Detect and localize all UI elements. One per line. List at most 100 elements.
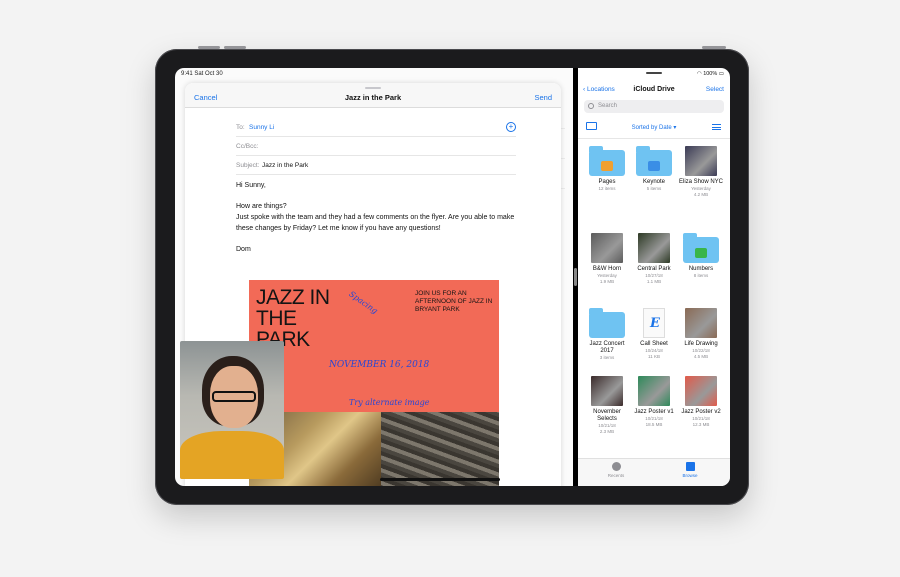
flyer-join-text: JOIN US FOR AN AFTERNOON OF JAZZ IN BRYA… [415, 290, 493, 313]
file-meta: 5 items [646, 186, 662, 191]
file-tile[interactable]: Pages 12 items [584, 146, 630, 192]
file-thumbnail [683, 376, 719, 406]
compose-nav-bar: Cancel Jazz in the Park Send [185, 83, 561, 108]
photo-thumbnail [685, 146, 717, 176]
file-name: November Selects [593, 409, 621, 422]
file-meta: 11 KB [648, 354, 660, 359]
photo-thumbnail [685, 308, 717, 338]
file-tile[interactable]: Jazz Concert 2017 3 items [584, 308, 630, 361]
separator [578, 138, 730, 139]
screen: 9:41 Sat Oct 30 Cancel Jazz in the Park … [175, 68, 730, 486]
flyer-photo-cobblestone [381, 412, 499, 486]
home-indicator[interactable] [380, 478, 500, 481]
subject-label: Subject: [236, 162, 260, 169]
add-contact-icon[interactable]: + [506, 122, 516, 132]
file-thumbnail [683, 233, 719, 263]
file-name: Central Park [637, 266, 671, 272]
file-meta: 18.5 MB [645, 422, 663, 427]
body-line-1[interactable]: How are things? [236, 201, 516, 212]
tab-browse-label: Browse [682, 473, 698, 478]
file-tile[interactable]: Central Park 10/27/18 1.1 MB [631, 233, 677, 285]
file-name: Call Sheet [640, 341, 668, 347]
file-thumbnail [683, 308, 719, 338]
status-battery: ◠ 100% ▭ [697, 71, 724, 77]
file-name: Keynote [642, 179, 666, 185]
split-divider-handle[interactable] [574, 268, 577, 286]
tab-recents-label: Recents [607, 473, 625, 478]
compose-title: Jazz in the Park [344, 93, 402, 102]
app-glyph-icon [648, 161, 660, 171]
select-button[interactable]: Select [706, 86, 724, 93]
sheet-grabber[interactable] [365, 87, 381, 89]
file-tile[interactable]: Jazz Poster v2 10/21/18 12.3 MB [678, 376, 724, 428]
subject-value[interactable]: Jazz in the Park [262, 162, 308, 169]
subject-field[interactable]: Subject: Jazz in the Park [236, 156, 516, 175]
note-spacing: Spacing [347, 289, 380, 316]
sort-button[interactable]: Sorted by Date ▾ [578, 124, 730, 131]
to-field[interactable]: To: Sunny Li + [236, 118, 516, 137]
file-meta: 4.5 MB [693, 354, 709, 359]
file-tile[interactable]: Jazz Poster v1 10/21/18 18.5 MB [631, 376, 677, 428]
folder-icon [636, 146, 672, 176]
file-name: Eliza Show NYC [678, 179, 723, 185]
note-image: Try alternate image [349, 398, 430, 407]
photo-thumbnail [638, 233, 670, 263]
folder-icon [685, 462, 695, 471]
file-tile[interactable]: B&W Horn Yesterday 1.9 MB [584, 233, 630, 285]
file-name: Jazz Concert 2017 [589, 341, 625, 354]
battery-percent: 100% [703, 71, 718, 77]
file-thumbnail [636, 146, 672, 176]
flyer-header: JAZZ IN THE PARK JOIN US FOR AN AFTERNOO… [249, 280, 499, 412]
folder-icon [589, 308, 625, 338]
to-label: To: [236, 124, 245, 131]
battery-icon: ▭ [718, 71, 724, 77]
clock-icon [611, 462, 621, 471]
body-greeting[interactable]: Hi Sunny, [236, 180, 516, 191]
file-meta: 1.9 MB [599, 279, 615, 284]
send-button[interactable]: Send [534, 93, 552, 102]
file-meta: 12 items [598, 186, 616, 191]
tab-recents[interactable]: Recents [596, 462, 636, 478]
files-toolbar: Sorted by Date ▾ [578, 120, 730, 134]
file-tile[interactable]: Eliza Show NYC Yesterday 4.2 MB [678, 146, 724, 198]
facetime-pip[interactable] [180, 341, 284, 479]
file-tile[interactable]: Numbers 8 items [678, 233, 724, 279]
mail-pane: 9:41 Sat Oct 30 Cancel Jazz in the Park … [175, 68, 573, 486]
photo-thumbnail [638, 376, 670, 406]
file-meta: 3 items [599, 355, 615, 360]
list-view-icon[interactable] [712, 124, 721, 130]
file-thumbnail: E [636, 308, 672, 338]
flyer-attachment[interactable]: JAZZ IN THE PARK JOIN US FOR AN AFTERNOO… [249, 280, 499, 486]
body-signoff[interactable]: Dom [236, 244, 516, 255]
file-meta: 4.2 MB [693, 192, 709, 197]
tab-browse[interactable]: Browse [670, 462, 710, 478]
file-thumbnail [636, 233, 672, 263]
file-thumbnail [589, 233, 625, 263]
photo-thumbnail [591, 233, 623, 263]
file-thumbnail [589, 376, 625, 406]
pip-shirt [180, 431, 284, 479]
pip-glasses [212, 391, 256, 402]
file-name: Pages [598, 179, 616, 185]
search-field[interactable]: Search [584, 100, 724, 113]
document-icon: E [643, 308, 665, 338]
photo-thumbnail [685, 376, 717, 406]
ccbcc-label: Cc/Bcc: [236, 143, 259, 150]
body-line-2[interactable]: Just spoke with the team and they had a … [236, 212, 516, 234]
folder-icon [683, 233, 719, 263]
app-glyph-icon [695, 248, 707, 258]
file-name: B&W Horn [592, 266, 622, 272]
file-tile[interactable]: November Selects 10/21/18 2.3 MB [584, 376, 630, 435]
photo-thumbnail [591, 376, 623, 406]
file-meta: 1.1 MB [646, 279, 662, 284]
ccbcc-field[interactable]: Cc/Bcc: [236, 137, 516, 156]
to-recipient[interactable]: Sunny Li [249, 124, 274, 131]
pane-grabber[interactable] [646, 72, 662, 74]
file-tile[interactable]: Keynote 5 items [631, 146, 677, 192]
search-icon [588, 103, 594, 109]
file-name: Jazz Poster v2 [681, 409, 721, 415]
file-tile[interactable]: E Call Sheet 10/24/18 11 KB [631, 308, 677, 360]
file-tile[interactable]: Life Drawing 10/22/18 4.5 MB [678, 308, 724, 360]
folder-icon [589, 146, 625, 176]
file-name: Life Drawing [684, 341, 718, 347]
